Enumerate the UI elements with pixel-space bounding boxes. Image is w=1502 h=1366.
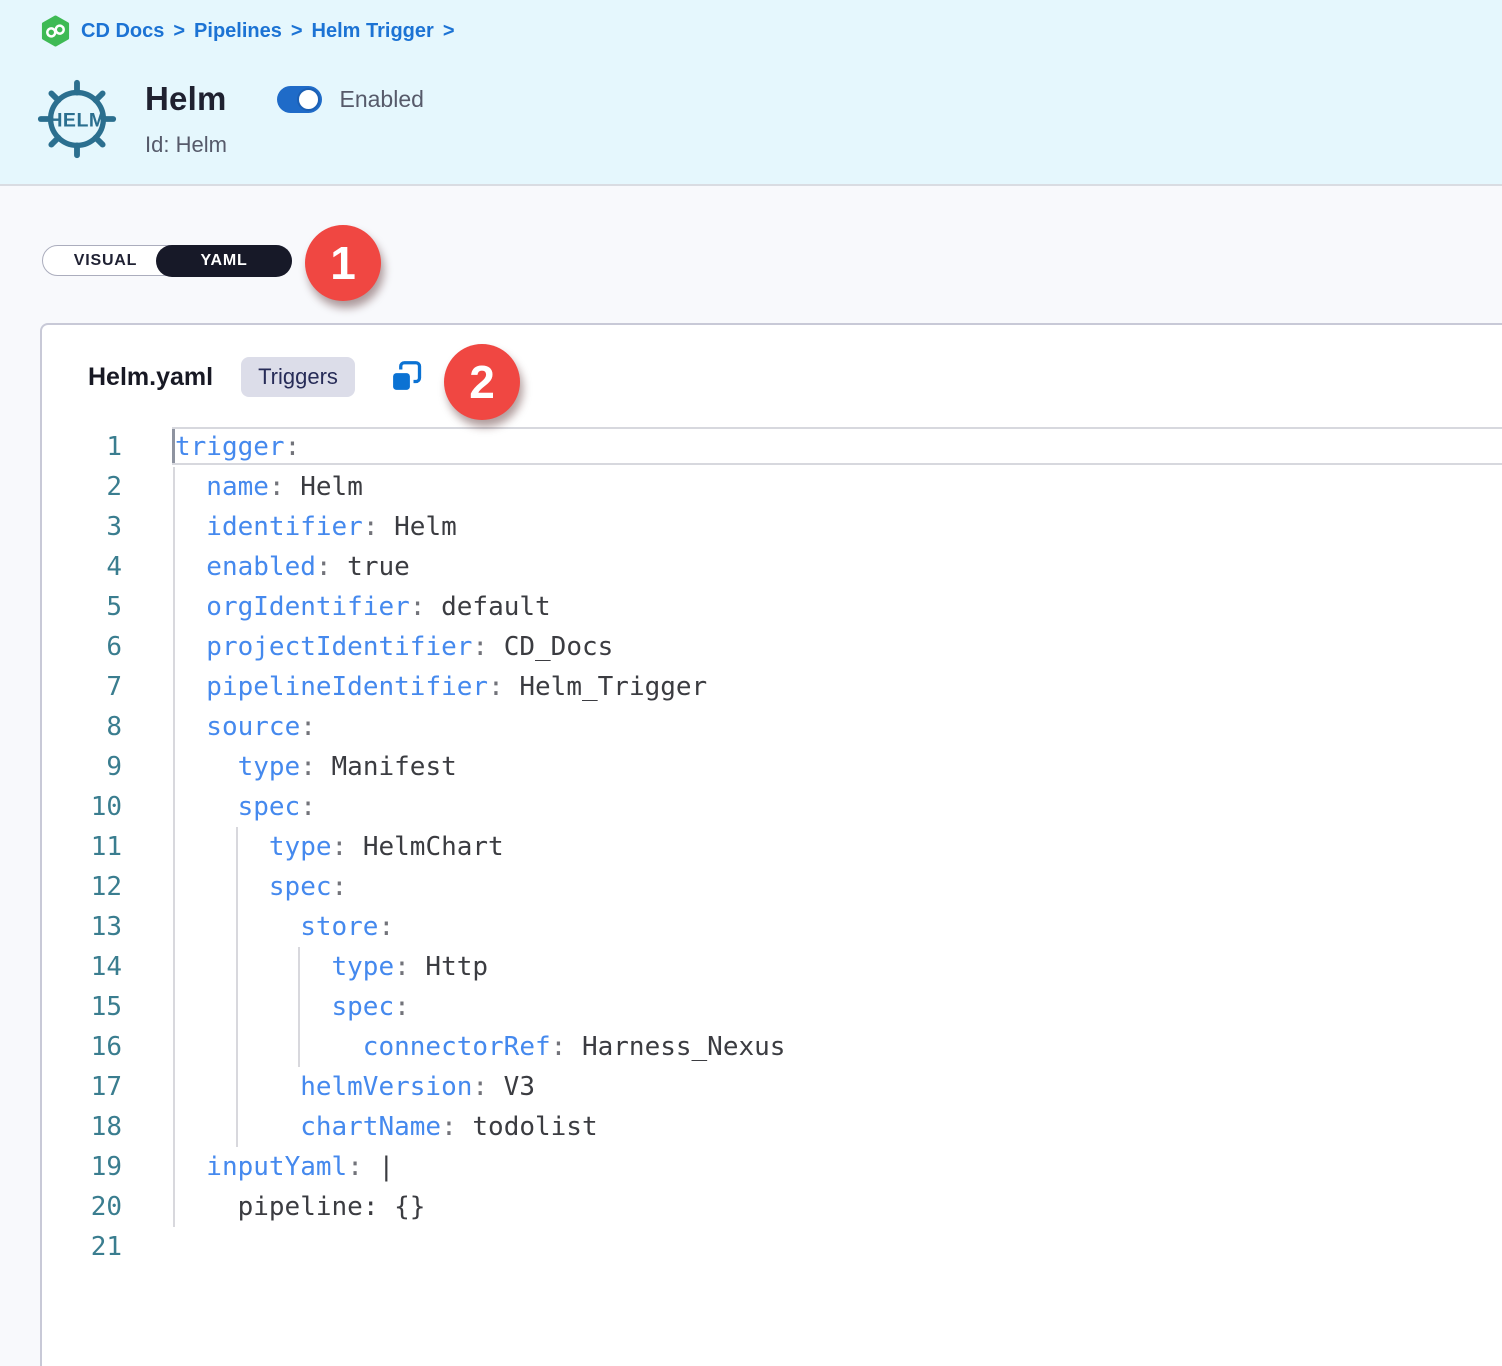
breadcrumb-item[interactable]: Pipelines [194, 20, 282, 43]
code-line[interactable]: 10 spec: [42, 787, 1502, 827]
cd-module-icon[interactable] [40, 15, 71, 47]
copy-icon[interactable] [388, 357, 426, 397]
trigger-id: Id: Helm [145, 132, 424, 158]
enabled-toggle[interactable] [277, 86, 322, 113]
line-number[interactable]: 20 [42, 1192, 122, 1222]
enabled-label: Enabled [340, 86, 424, 113]
code-line[interactable]: 13 store: [42, 907, 1502, 947]
helm-logo-icon: HELM [34, 76, 120, 162]
code-line[interactable]: 19 inputYaml: | [42, 1147, 1502, 1187]
code-line[interactable]: 12 spec: [42, 867, 1502, 907]
code-text: type: Http [175, 952, 488, 982]
svg-text:HELM: HELM [48, 109, 105, 131]
code-text: connectorRef: Harness_Nexus [175, 1032, 785, 1062]
line-number[interactable]: 17 [42, 1072, 122, 1102]
code-line[interactable]: 3 identifier: Helm [42, 507, 1502, 547]
line-number[interactable]: 13 [42, 912, 122, 942]
tab-visual[interactable]: VISUAL [43, 246, 168, 275]
breadcrumb-separator-icon: > [173, 20, 185, 43]
annotation-badge-2: 2 [444, 344, 520, 420]
code-line[interactable]: 6 projectIdentifier: CD_Docs [42, 627, 1502, 667]
line-number[interactable]: 21 [42, 1232, 122, 1262]
breadcrumb-item[interactable]: Helm Trigger [312, 20, 434, 43]
code-text: name: Helm [175, 472, 363, 502]
line-number[interactable]: 15 [42, 992, 122, 1022]
page-header: CD Docs > Pipelines > Helm Trigger > HELM [0, 0, 1502, 186]
code-text: source: [175, 712, 316, 742]
line-number[interactable]: 9 [42, 752, 122, 782]
line-number[interactable]: 18 [42, 1112, 122, 1142]
code-line[interactable]: 5 orgIdentifier: default [42, 587, 1502, 627]
line-number[interactable]: 10 [42, 792, 122, 822]
line-number[interactable]: 12 [42, 872, 122, 902]
code-line[interactable]: 17 helmVersion: V3 [42, 1067, 1502, 1107]
line-number[interactable]: 5 [42, 592, 122, 622]
code-text: pipeline: {} [175, 1192, 425, 1222]
code-line[interactable]: 1 trigger: [42, 427, 1502, 467]
breadcrumb-item[interactable]: CD Docs [81, 20, 164, 43]
code-lines[interactable]: 1 trigger: 2 name: Helm 3 identifier: Helm 4 en… [42, 427, 1502, 1267]
code-line[interactable]: 9 type: Manifest [42, 747, 1502, 787]
line-number[interactable]: 8 [42, 712, 122, 742]
line-number[interactable]: 19 [42, 1152, 122, 1182]
visual-yaml-toggle: VISUAL YAML [42, 245, 292, 276]
title-row: HELM Helm Enabled Id: Helm [34, 76, 424, 162]
tab-yaml[interactable]: YAML [156, 245, 292, 277]
code-line[interactable]: 4 enabled: true [42, 547, 1502, 587]
code-text: identifier: Helm [175, 512, 457, 542]
code-line[interactable]: 15 spec: [42, 987, 1502, 1027]
page-title: Helm [145, 80, 227, 118]
editor-header: Helm.yaml Triggers [88, 356, 426, 398]
code-text: helmVersion: V3 [175, 1072, 535, 1102]
code-text: projectIdentifier: CD_Docs [175, 632, 613, 662]
code-line[interactable]: 7 pipelineIdentifier: Helm_Trigger [42, 667, 1502, 707]
line-number[interactable]: 16 [42, 1032, 122, 1062]
code-text: trigger: [175, 432, 300, 462]
code-line[interactable]: 20 pipeline: {} [42, 1187, 1502, 1227]
line-number[interactable]: 1 [42, 432, 122, 462]
line-number[interactable]: 11 [42, 832, 122, 862]
code-line[interactable]: 11 type: HelmChart [42, 827, 1502, 867]
triggers-chip[interactable]: Triggers [241, 357, 355, 397]
line-number[interactable]: 3 [42, 512, 122, 542]
code-text: type: Manifest [175, 752, 457, 782]
code-text: type: HelmChart [175, 832, 504, 862]
code-line[interactable]: 8 source: [42, 707, 1502, 747]
yaml-editor-panel: Helm.yaml Triggers 1 trigger: 2 name: Helm 3… [40, 323, 1502, 1366]
code-text: orgIdentifier: default [175, 592, 551, 622]
breadcrumb-separator-icon: > [443, 20, 455, 43]
line-number[interactable]: 7 [42, 672, 122, 702]
annotation-badge-1: 1 [305, 225, 381, 301]
code-text: spec: [175, 872, 347, 902]
code-line[interactable]: 14 type: Http [42, 947, 1502, 987]
harness-trigger-page: CD Docs > Pipelines > Helm Trigger > HELM [0, 0, 1502, 1366]
code-text: spec: [175, 992, 410, 1022]
code-text: enabled: true [175, 552, 410, 582]
breadcrumb: CD Docs > Pipelines > Helm Trigger > [40, 14, 455, 48]
breadcrumb-separator-icon: > [291, 20, 303, 43]
file-name: Helm.yaml [88, 363, 213, 392]
line-number[interactable]: 4 [42, 552, 122, 582]
breadcrumb-items: CD Docs > Pipelines > Helm Trigger > [81, 20, 455, 43]
code-text: spec: [175, 792, 316, 822]
code-line[interactable]: 16 connectorRef: Harness_Nexus [42, 1027, 1502, 1067]
code-text: inputYaml: | [175, 1152, 394, 1182]
code-line[interactable]: 2 name: Helm [42, 467, 1502, 507]
code-line[interactable]: 21 [42, 1227, 1502, 1267]
code-text: store: [175, 912, 394, 942]
line-number[interactable]: 6 [42, 632, 122, 662]
code-line[interactable]: 18 chartName: todolist [42, 1107, 1502, 1147]
code-text: pipelineIdentifier: Helm_Trigger [175, 672, 707, 702]
toggle-knob [297, 88, 320, 111]
code-text: chartName: todolist [175, 1112, 598, 1142]
line-number[interactable]: 14 [42, 952, 122, 982]
line-number[interactable]: 2 [42, 472, 122, 502]
